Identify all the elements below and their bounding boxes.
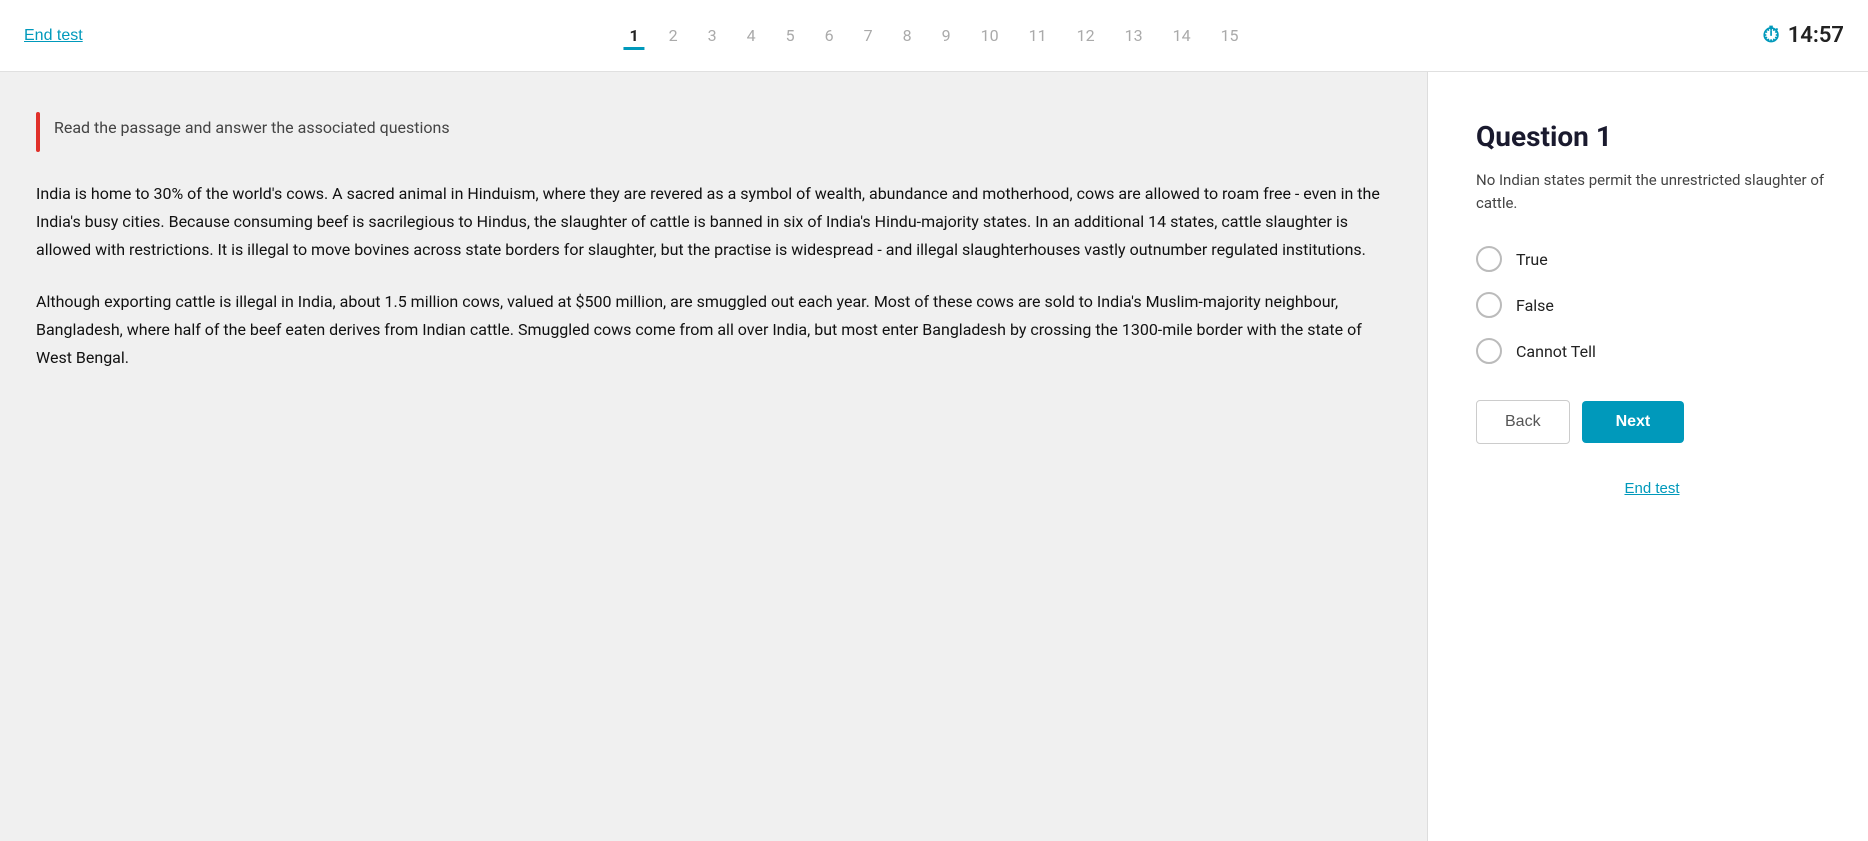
answer-option-true[interactable]: True bbox=[1476, 246, 1828, 272]
passage-instruction: Read the passage and answer the associat… bbox=[54, 112, 450, 140]
answer-option-cannot-tell[interactable]: Cannot Tell bbox=[1476, 338, 1828, 364]
passage-text: India is home to 30% of the world's cows… bbox=[36, 180, 1391, 372]
end-test-button[interactable]: End test bbox=[24, 27, 83, 45]
nav-item-15[interactable]: 15 bbox=[1215, 22, 1245, 49]
back-button[interactable]: Back bbox=[1476, 400, 1570, 444]
nav-item-6[interactable]: 6 bbox=[819, 22, 840, 49]
nav-item-5[interactable]: 5 bbox=[780, 22, 801, 49]
nav-item-14[interactable]: 14 bbox=[1167, 22, 1197, 49]
question-text: No Indian states permit the unrestricted… bbox=[1476, 169, 1828, 214]
timer-display: ⏱ 14:57 bbox=[1763, 23, 1844, 48]
answer-label-true: True bbox=[1516, 250, 1548, 269]
nav-item-8[interactable]: 8 bbox=[897, 22, 918, 49]
nav-item-2[interactable]: 2 bbox=[663, 22, 684, 49]
radio-cannot-tell[interactable] bbox=[1476, 338, 1502, 364]
red-bar-decoration bbox=[36, 112, 40, 152]
question-title: Question 1 bbox=[1476, 120, 1828, 153]
question-panel: Question 1 No Indian states permit the u… bbox=[1428, 72, 1868, 841]
passage-paragraph: India is home to 30% of the world's cows… bbox=[36, 180, 1391, 264]
nav-item-1[interactable]: 1 bbox=[623, 22, 644, 50]
radio-false[interactable] bbox=[1476, 292, 1502, 318]
nav-item-10[interactable]: 10 bbox=[975, 22, 1005, 49]
answer-option-false[interactable]: False bbox=[1476, 292, 1828, 318]
nav-item-4[interactable]: 4 bbox=[741, 22, 762, 49]
nav-item-3[interactable]: 3 bbox=[702, 22, 723, 49]
nav-item-12[interactable]: 12 bbox=[1071, 22, 1101, 49]
passage-panel: Read the passage and answer the associat… bbox=[0, 72, 1428, 841]
answer-options: True False Cannot Tell bbox=[1476, 246, 1828, 364]
nav-item-13[interactable]: 13 bbox=[1119, 22, 1149, 49]
timer-icon: ⏱ bbox=[1763, 23, 1780, 48]
button-row: Back Next bbox=[1476, 400, 1828, 444]
radio-true[interactable] bbox=[1476, 246, 1502, 272]
next-button[interactable]: Next bbox=[1582, 401, 1685, 443]
end-test-bottom-button[interactable]: End test bbox=[1476, 480, 1828, 497]
question-navigation: 123456789101112131415 bbox=[623, 22, 1244, 50]
main-content: Read the passage and answer the associat… bbox=[0, 72, 1868, 841]
answer-label-cannot-tell: Cannot Tell bbox=[1516, 342, 1596, 361]
answer-label-false: False bbox=[1516, 296, 1554, 315]
nav-item-7[interactable]: 7 bbox=[858, 22, 879, 49]
nav-item-9[interactable]: 9 bbox=[936, 22, 957, 49]
header: End test 123456789101112131415 ⏱ 14:57 bbox=[0, 0, 1868, 72]
nav-item-11[interactable]: 11 bbox=[1023, 22, 1053, 49]
timer-value: 14:57 bbox=[1788, 23, 1844, 48]
passage-paragraph: Although exporting cattle is illegal in … bbox=[36, 288, 1391, 372]
instruction-wrapper: Read the passage and answer the associat… bbox=[36, 112, 1391, 152]
